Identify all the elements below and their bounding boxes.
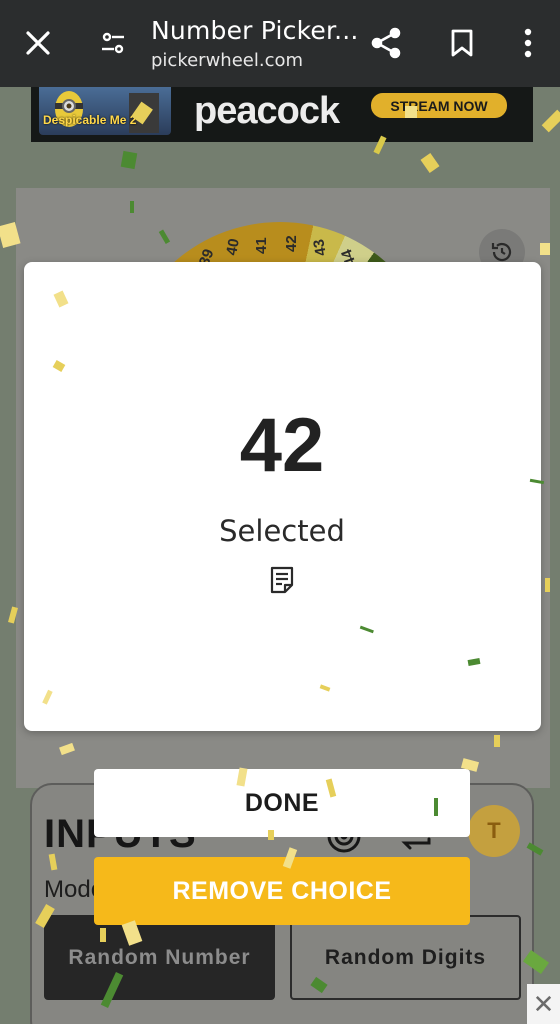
page-url[interactable]: pickerwheel.com (151, 50, 303, 71)
ad-close-icon[interactable]: ✕ (527, 984, 560, 1024)
notes-icon[interactable] (269, 565, 295, 595)
banner-ad[interactable]: Despicable Me 2 peacock STREAM NOW (31, 87, 533, 142)
history-icon (491, 242, 512, 262)
selected-number: 42 (239, 403, 325, 488)
browser-toolbar: Number Picker... pickerwheel.com (0, 0, 560, 87)
ad-brand: peacock (194, 90, 340, 132)
wheel-label: 41 (253, 237, 270, 254)
share-icon[interactable] (368, 25, 404, 61)
selected-label: Selected (219, 514, 345, 548)
wheel-label: 40 (223, 237, 243, 256)
random-number-button[interactable]: Random Number (44, 915, 275, 1000)
ad-thumb-caption: Despicable Me 2 (43, 113, 137, 127)
bookmark-icon[interactable] (447, 26, 477, 60)
ad-cta-button[interactable]: STREAM NOW (371, 93, 507, 118)
page-title: Number Picker... (151, 16, 359, 45)
random-digits-button[interactable]: Random Digits (290, 915, 521, 1000)
minion-illustration (55, 91, 159, 133)
ad-thumbnail (39, 87, 171, 135)
result-dialog (24, 262, 541, 731)
done-button[interactable]: DONE (94, 769, 470, 837)
wheel-label: 42 (283, 235, 300, 252)
user-avatar[interactable]: T (468, 805, 520, 857)
more-options-icon[interactable] (516, 26, 540, 60)
close-icon[interactable] (22, 27, 54, 59)
site-settings-icon[interactable] (98, 28, 128, 58)
wheel-label: 43 (310, 238, 330, 257)
remove-choice-button[interactable]: REMOVE CHOICE (94, 857, 470, 925)
